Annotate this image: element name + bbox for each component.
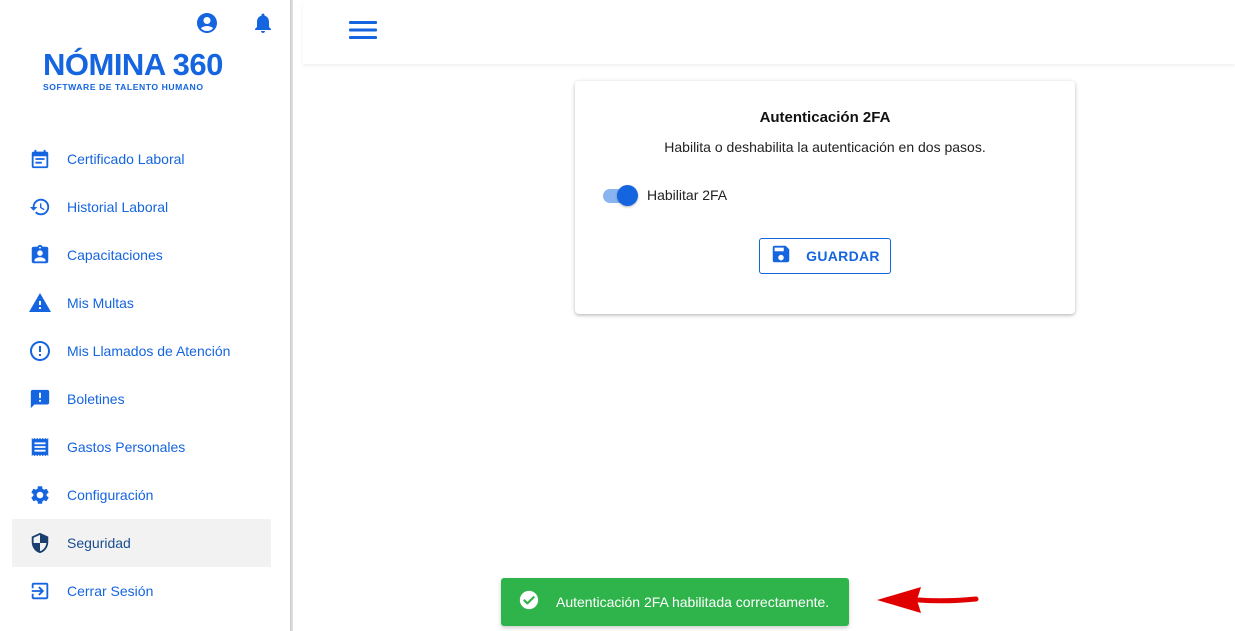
account-circle-icon[interactable] [195, 11, 219, 35]
sidebar-item-label: Historial Laboral [67, 199, 169, 215]
sidebar-item-label: Capacitaciones [67, 247, 163, 263]
logo-subtitle: SOFTWARE DE TALENTO HUMANO [43, 82, 204, 92]
save-button[interactable]: GUARDAR [759, 238, 891, 274]
success-toast: Autenticación 2FA habilitada correctamen… [501, 578, 849, 626]
toggle-label: Habilitar 2FA [647, 187, 728, 203]
sidebar-item-configuracion[interactable]: Configuración [12, 471, 271, 519]
warning-icon [28, 291, 52, 315]
sidebar-item-label: Certificado Laboral [67, 151, 185, 167]
sidebar-item-label: Gastos Personales [67, 439, 186, 455]
logout-icon [28, 579, 52, 603]
logo: NÓMINA 360 SOFTWARE DE TALENTO HUMANO [43, 47, 243, 93]
receipt-icon [28, 435, 52, 459]
sidebar-menu: Certificado Laboral Historial Laboral Ca… [12, 135, 271, 615]
logo-main-text: NÓMINA 360 [43, 47, 223, 82]
sidebar-item-label: Cerrar Sesión [67, 583, 154, 599]
card-description: Habilita o deshabilita la autenticación … [664, 139, 986, 155]
card-title: Autenticación 2FA [759, 109, 891, 126]
sidebar-item-historial-laboral[interactable]: Historial Laboral [12, 183, 271, 231]
clipboard-account-icon [28, 243, 52, 267]
sidebar-item-mis-multas[interactable]: Mis Multas [12, 279, 271, 327]
sidebar-item-mis-llamados-de-atencion[interactable]: Mis Llamados de Atención [12, 327, 271, 375]
toast-message: Autenticación 2FA habilitada correctamen… [556, 594, 830, 610]
calendar-icon [28, 147, 52, 171]
annotation-arrow-icon [875, 585, 981, 620]
sidebar-item-capacitaciones[interactable]: Capacitaciones [12, 231, 271, 279]
shield-icon [28, 531, 52, 555]
announcement-icon [28, 387, 52, 411]
sidebar-item-certificado-laboral[interactable]: Certificado Laboral [12, 135, 271, 183]
sidebar-item-label: Configuración [67, 487, 154, 503]
sidebar-item-label: Seguridad [67, 535, 131, 551]
sidebar-item-boletines[interactable]: Boletines [12, 375, 271, 423]
two-factor-card: Autenticación 2FA Habilita o deshabilita… [575, 81, 1075, 314]
sidebar-top-icons [195, 11, 275, 35]
sidebar-item-label: Mis Llamados de Atención [67, 343, 231, 359]
bell-icon[interactable] [251, 11, 275, 35]
sidebar-item-label: Boletines [67, 391, 125, 407]
save-button-label: GUARDAR [806, 248, 880, 264]
sidebar: NÓMINA 360 SOFTWARE DE TALENTO HUMANO Ce… [0, 0, 290, 631]
sidebar-item-cerrar-sesion[interactable]: Cerrar Sesión [12, 567, 271, 615]
app-bar [303, 0, 1235, 64]
save-icon [770, 243, 792, 270]
alert-circle-icon [28, 339, 52, 363]
sidebar-item-label: Mis Multas [67, 295, 134, 311]
sidebar-divider [290, 0, 293, 631]
sidebar-item-seguridad[interactable]: Seguridad [12, 519, 271, 567]
hamburger-menu-icon[interactable] [349, 19, 377, 46]
check-circle-icon [518, 589, 540, 616]
history-icon [28, 195, 52, 219]
enable-2fa-toggle[interactable] [603, 184, 639, 206]
toggle-thumb [617, 185, 638, 206]
sidebar-item-gastos-personales[interactable]: Gastos Personales [12, 423, 271, 471]
gear-icon [28, 483, 52, 507]
